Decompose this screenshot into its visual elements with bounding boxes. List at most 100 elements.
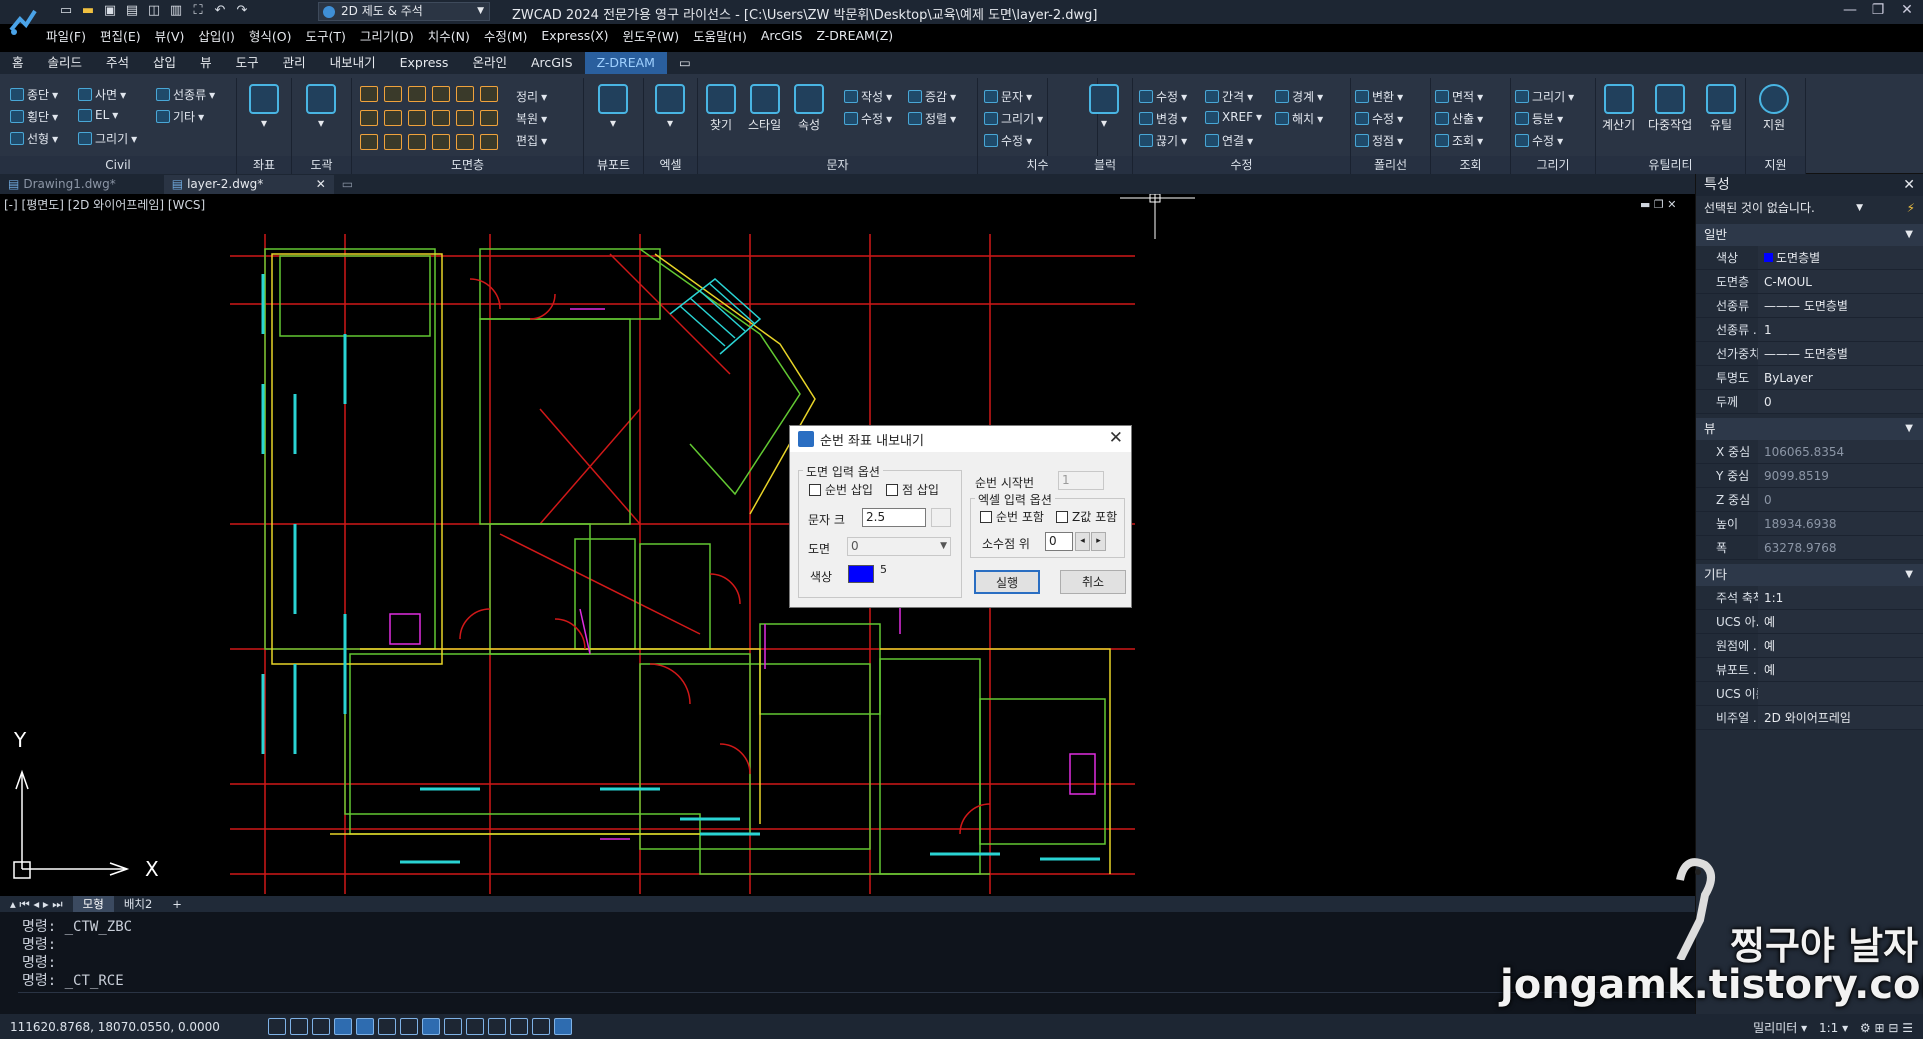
menu-file[interactable]: 파일(F) [46,26,86,45]
tab-insert[interactable]: 삽입 [141,52,188,74]
ribbon-minimize-icon[interactable]: ▭ [667,52,703,74]
civil-align-button[interactable]: 선형 ▾ [10,130,58,147]
units-label[interactable]: 밀리미터 [1753,1021,1797,1035]
modify-hatch-button[interactable]: 해치 ▾ [1275,110,1323,127]
prop-row[interactable]: 도면층 C-MOUL [1696,270,1923,294]
prop-row[interactable]: 색상 도면층별 [1696,246,1923,270]
quick-props-icon[interactable] [488,1018,506,1035]
civil-el-button[interactable]: EL ▾ [78,108,118,122]
text-inc-button[interactable]: 증감 ▾ [908,88,956,105]
tab-online[interactable]: 온라인 [460,52,519,74]
include-z-checkbox[interactable]: Z값 포함 [1056,508,1117,525]
print-icon[interactable]: ▥ [168,3,184,19]
tab-solid[interactable]: 솔리드 [36,52,95,74]
layer-tool-icon[interactable] [456,134,474,150]
text-style-button[interactable]: 스타일 [748,84,781,133]
prop-row[interactable]: UCS 이름 [1696,682,1923,706]
redo-icon[interactable]: ↷ [234,3,250,19]
frame-button[interactable]: ▾ [306,84,336,130]
layer-select[interactable]: 0 ▼ [847,537,951,556]
layer-tool-icon[interactable] [480,110,498,126]
dialog-titlebar[interactable]: 순번 좌표 내보내기 ✕ [790,426,1131,452]
save-icon[interactable]: ▣ [102,3,118,19]
modify-break-button[interactable]: 끊기 ▾ [1139,132,1187,149]
dynamic-input-icon[interactable] [422,1018,440,1035]
layer-tool-icon[interactable] [480,86,498,102]
layer-tool-icon[interactable] [456,86,474,102]
menu-modify[interactable]: 수정(M) [484,26,528,45]
tab-model[interactable]: 모형 [72,896,114,912]
section-general[interactable]: 일반 ▼ [1696,224,1923,246]
layer-tool-icon[interactable] [384,134,402,150]
modify-join-button[interactable]: 연결 ▾ [1205,132,1253,149]
civil-draw-button[interactable]: 그리기 ▾ [78,130,137,147]
transparency-icon[interactable] [466,1018,484,1035]
grid-icon[interactable] [268,1018,286,1035]
command-input[interactable] [18,992,1678,1010]
menu-insert[interactable]: 삽입(I) [198,26,234,45]
decimal-up-button[interactable]: ▸ [1091,532,1106,551]
annotation-scale-icon[interactable]: ⚙ ⊞ ⊟ ☰ [1860,1021,1913,1035]
modify-xref-button[interactable]: XREF ▾ [1205,110,1262,124]
run-button[interactable]: 실행 [974,570,1040,594]
tab-annotate[interactable]: 주석 [94,52,141,74]
new-file-icon[interactable]: ▭ [58,3,74,19]
prop-row[interactable]: 원점에 ...예 [1696,634,1923,658]
text-size-pick-button[interactable] [931,508,951,527]
query-calc-button[interactable]: 산출 ▾ [1435,110,1483,127]
workspace-select[interactable]: 2D 제도 & 주석 ▼ [318,2,490,21]
lineweight-icon[interactable] [444,1018,462,1035]
model-space-icon[interactable] [554,1018,572,1035]
draw-modify-button[interactable]: 수정 ▾ [1515,132,1563,149]
tab-home[interactable]: 홈 [0,52,36,74]
prop-row[interactable]: UCS 아...예 [1696,610,1923,634]
prop-row[interactable]: 주석 축척1:1 [1696,586,1923,610]
prop-row[interactable]: 높이 18934.6938 [1696,512,1923,536]
query-area-button[interactable]: 면적 ▾ [1435,88,1483,105]
doc-tab-drawing1[interactable]: ▤ Drawing1.dwg* [0,175,124,194]
layer-tool-icon[interactable] [432,86,450,102]
dialog-close-icon[interactable]: ✕ [1109,428,1123,448]
layer-tool-icon[interactable] [408,110,426,126]
civil-linetype-button[interactable]: 선종류 ▾ [156,86,215,103]
cancel-button[interactable]: 취소 [1060,570,1126,594]
poly-edit-button[interactable]: 수정 ▾ [1355,110,1403,127]
insert-point-checkbox[interactable]: 점 삽입 [886,481,939,498]
prop-row[interactable]: 선종류 ——— 도면층별 [1696,294,1923,318]
text-modify-button[interactable]: 수정 ▾ [844,110,892,127]
prop-row[interactable]: 두께 0 [1696,390,1923,414]
layer-restore-button[interactable]: 복원 ▾ [516,110,547,127]
text-create-button[interactable]: 작성 ▾ [844,88,892,105]
text-size-input[interactable]: 2.5 [862,508,926,527]
quick-select-icon[interactable]: ⚡ [1907,196,1915,220]
scale-label[interactable]: 1:1 [1819,1021,1838,1035]
prop-row[interactable]: 폭 63278.9768 [1696,536,1923,560]
text-align-button[interactable]: 정렬 ▾ [908,110,956,127]
support-button[interactable]: 지원 [1759,84,1789,133]
menu-edit[interactable]: 편집(E) [100,26,141,45]
maximize-button[interactable]: ❐ [1864,0,1892,20]
civil-profile-button[interactable]: 종단 ▾ [10,86,58,103]
minimize-button[interactable]: — [1836,0,1864,20]
menu-help[interactable]: 도움말(H) [693,26,747,45]
insert-number-checkbox[interactable]: 순번 삽입 [809,481,873,498]
zwcad-logo-icon[interactable] [0,0,46,44]
close-tab-icon[interactable]: ✕ [316,175,326,194]
menu-zdream[interactable]: Z-DREAM(Z) [816,28,893,43]
coord-button[interactable]: ▾ [249,84,279,130]
draw-draw-button[interactable]: 그리기 ▾ [1515,88,1574,105]
civil-slope-button[interactable]: 사면 ▾ [78,86,126,103]
tab-tools[interactable]: 도구 [224,52,271,74]
close-icon[interactable]: ✕ [1903,174,1915,196]
undo-icon[interactable]: ↶ [212,3,228,19]
layer-tool-icon[interactable] [384,110,402,126]
menu-draw[interactable]: 그리기(D) [360,26,414,45]
decimal-down-button[interactable]: ◂ [1075,532,1090,551]
modify-edit-button[interactable]: 수정 ▾ [1139,88,1187,105]
draw-divide-button[interactable]: 등분 ▾ [1515,110,1563,127]
open-folder-icon[interactable]: ▬ [80,3,96,19]
tab-zdream[interactable]: Z-DREAM [584,52,667,74]
poly-vertex-button[interactable]: 정점 ▾ [1355,132,1403,149]
dynamic-ucs-icon[interactable] [400,1018,418,1035]
selection-select[interactable]: 선택된 것이 없습니다. ▼ ⚡ [1696,196,1923,220]
